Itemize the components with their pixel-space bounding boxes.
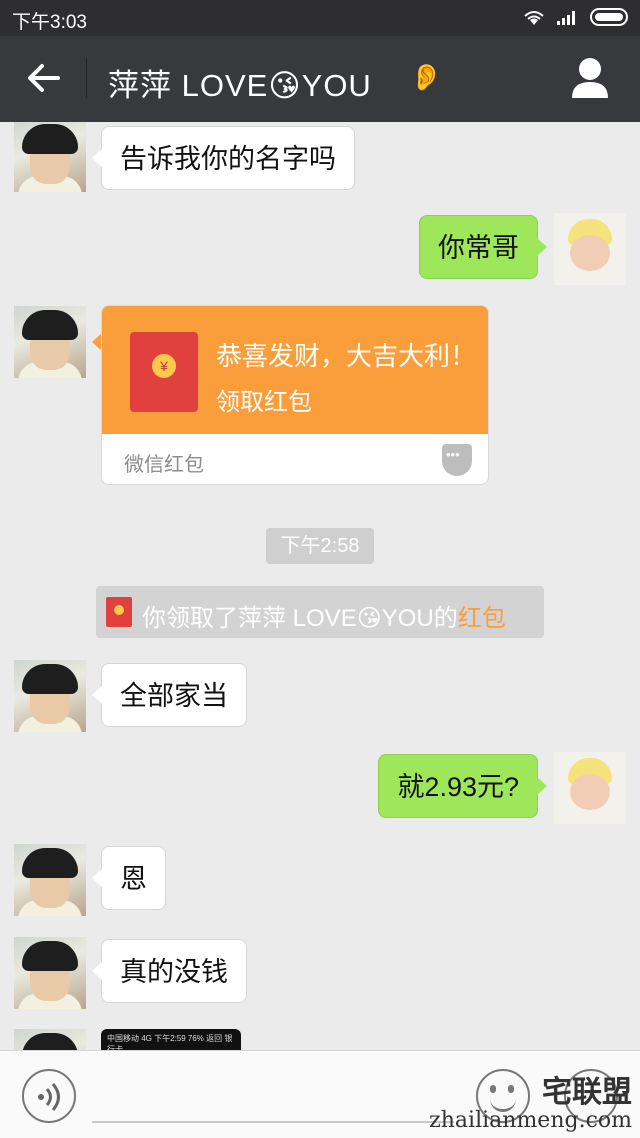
red-envelope-icon: ¥ xyxy=(130,332,198,412)
my-avatar[interactable] xyxy=(554,752,626,824)
contact-avatar[interactable] xyxy=(14,660,86,732)
profile-icon[interactable] xyxy=(570,56,610,100)
signal-icon xyxy=(557,11,575,25)
back-arrow-icon[interactable] xyxy=(24,58,64,98)
system-notice-prefix: 你领取了萍萍 LOVE😘YOU的 xyxy=(142,605,458,632)
watermark-cn: 宅联盟 xyxy=(542,1075,632,1111)
red-packet-body: ¥ 恭喜发财，大吉大利！ 领取红包 xyxy=(102,306,488,434)
header-divider xyxy=(86,58,87,98)
message-bubble-incoming[interactable]: 真的没钱 xyxy=(92,939,247,1003)
system-notice-text: 你领取了萍萍 LOVE😘YOU的红包 xyxy=(142,598,506,633)
status-icons xyxy=(522,8,628,26)
chat-area[interactable]: 告诉我你的名字吗 你常哥 ¥ 恭喜发财，大吉大利！ 领取红包 微信红包 下午2:… xyxy=(0,122,640,1050)
contact-avatar[interactable] xyxy=(14,122,86,192)
watermark: 宅联盟 zhailianmeng.com xyxy=(429,1077,632,1132)
message-timestamp: 下午2:58 xyxy=(266,528,374,564)
red-packet-action: 领取红包 xyxy=(216,389,312,416)
message-bubble-incoming[interactable]: 恩 xyxy=(92,846,166,910)
contact-avatar[interactable] xyxy=(14,844,86,916)
image-message-thumbnail[interactable]: 中国移动 4G 下午2:59 76% 返回 银行卡 xyxy=(101,1029,241,1050)
red-packet-label: 微信红包 xyxy=(124,454,204,476)
battery-icon xyxy=(590,8,628,26)
my-avatar[interactable] xyxy=(554,213,626,285)
message-bubble-incoming[interactable]: 告诉我你的名字吗 xyxy=(92,126,355,190)
coin-icon: ¥ xyxy=(152,354,176,378)
ear-icon: 👂 xyxy=(410,62,443,92)
chat-header: 萍萍 LOVE😘YOU 👂 xyxy=(0,36,640,122)
watermark-url: zhailianmeng.com xyxy=(429,1107,632,1133)
contact-avatar[interactable] xyxy=(14,1029,86,1050)
message-bubble-outgoing[interactable]: 就2.93元? xyxy=(378,754,547,818)
contact-avatar[interactable] xyxy=(14,306,86,378)
message-input[interactable] xyxy=(92,1121,454,1123)
red-envelope-icon xyxy=(106,597,132,627)
message-bubble-outgoing[interactable]: 你常哥 xyxy=(419,215,547,279)
chat-title: 萍萍 LOVE😘YOU xyxy=(108,68,372,103)
red-packet-footer: 微信红包 xyxy=(102,434,488,484)
wifi-icon xyxy=(524,11,544,25)
red-packet-link[interactable]: 红包 xyxy=(458,605,506,632)
system-notice: 你领取了萍萍 LOVE😘YOU的红包 xyxy=(96,586,544,638)
red-packet-greeting: 恭喜发财，大吉大利！ xyxy=(216,341,477,371)
voice-icon[interactable] xyxy=(22,1069,76,1123)
status-bar: 下午3:03 xyxy=(0,0,640,36)
message-bubble-incoming[interactable]: 全部家当 xyxy=(92,663,247,727)
contact-avatar[interactable] xyxy=(14,937,86,1009)
shield-icon xyxy=(442,444,472,476)
red-packet-card[interactable]: ¥ 恭喜发财，大吉大利！ 领取红包 微信红包 xyxy=(101,305,489,485)
status-time: 下午3:03 xyxy=(12,12,87,33)
input-bar: 宅联盟 zhailianmeng.com xyxy=(0,1050,640,1138)
